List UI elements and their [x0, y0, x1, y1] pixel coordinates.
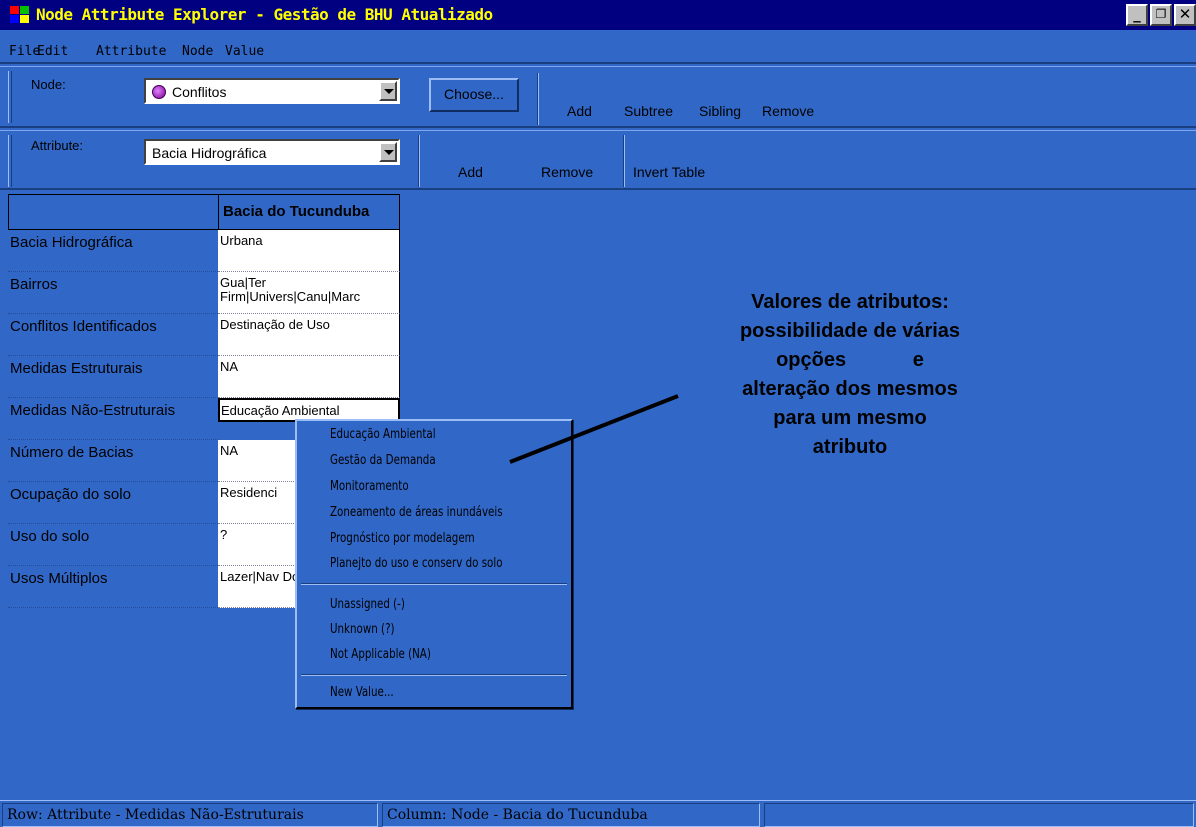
toolbar-separator	[418, 135, 420, 187]
menu-item-not-applicable[interactable]: Not Applicable (NA)	[330, 647, 431, 662]
chevron-down-icon[interactable]	[379, 81, 397, 101]
menu-item-value[interactable]: Gestão da Demanda	[330, 453, 436, 468]
annotation-line: possibilidade de várias	[739, 320, 961, 342]
menu-item-unknown[interactable]: Unknown (?)	[330, 622, 395, 637]
grid-corner[interactable]	[8, 194, 218, 230]
menu-separator	[301, 583, 567, 585]
annotation-pointer-line	[509, 394, 679, 464]
toolbar-grip[interactable]	[8, 135, 12, 187]
title-bar: Node Attribute Explorer - Gestão de BHU …	[0, 0, 1196, 30]
menu-item-new-value[interactable]: New Value...	[330, 685, 394, 700]
toolbar-separator	[537, 73, 539, 125]
menu-attribute[interactable]: Attribute	[96, 44, 166, 59]
menu-item-unassigned[interactable]: Unassigned (-)	[330, 597, 405, 612]
choose-button[interactable]: Choose...	[429, 78, 519, 112]
menu-item-value[interactable]: Zoneamento de áreas inundáveis	[330, 505, 503, 520]
menu-edit[interactable]: Edit	[37, 44, 68, 59]
toolbar-grip[interactable]	[8, 71, 12, 123]
node-icon	[152, 85, 166, 99]
annotation-line: Valores de atributos:	[751, 291, 949, 313]
row-header[interactable]: Uso do solo	[8, 524, 218, 566]
invert-table-button[interactable]: Invert Table	[633, 164, 705, 180]
row-header[interactable]: Bacia Hidrográfica	[8, 230, 218, 272]
menu-value[interactable]: Value	[225, 44, 264, 59]
toolbar-separator	[623, 135, 625, 187]
restore-button[interactable]: ❐	[1150, 4, 1172, 26]
grid-cell[interactable]: NA	[218, 356, 400, 398]
annotation-line: para um mesmo	[773, 407, 927, 429]
row-header[interactable]: Ocupação do solo	[8, 482, 218, 524]
row-header[interactable]: Medidas Estruturais	[8, 356, 218, 398]
annotation-line: alteração dos mesmos	[742, 378, 958, 400]
minimize-button[interactable]: _	[1126, 4, 1148, 26]
app-icon	[10, 6, 30, 24]
annotation-line: atributo	[812, 436, 888, 458]
attribute-grid: Bacia do Tucunduba Bacia Hidrográfica Ur…	[8, 194, 1196, 798]
close-button[interactable]: ✕	[1174, 4, 1196, 26]
attribute-remove-button[interactable]: Remove	[541, 164, 593, 180]
menu-file[interactable]: File	[9, 44, 40, 59]
row-header[interactable]: Número de Bacias	[8, 440, 218, 482]
node-combo-value: Conflitos	[172, 84, 227, 100]
attribute-combo[interactable]: Bacia Hidrográfica	[144, 139, 400, 165]
node-label: Node:	[31, 77, 66, 92]
column-header[interactable]: Bacia do Tucunduba	[218, 194, 400, 230]
window-title: Node Attribute Explorer - Gestão de BHU …	[36, 5, 493, 24]
node-sibling-button[interactable]: Sibling	[699, 103, 741, 119]
annotation-text: Valores de atributos: possibilidade de v…	[680, 288, 1020, 462]
status-row: Row: Attribute - Medidas Não-Estruturais	[2, 803, 378, 827]
status-bar: Row: Attribute - Medidas Não-Estruturais…	[0, 800, 1196, 827]
chevron-down-icon[interactable]	[379, 142, 397, 162]
menu-item-value[interactable]: Planejto do uso e conserv do solo	[330, 556, 503, 571]
menu-item-value[interactable]: Educação Ambiental	[330, 427, 436, 442]
menu-node[interactable]: Node	[182, 44, 213, 59]
attribute-label: Attribute:	[31, 138, 84, 153]
grid-cell[interactable]: Destinação de Uso	[218, 314, 400, 356]
row-header[interactable]: Medidas Não-Estruturais	[8, 398, 218, 440]
menu-item-value[interactable]: Monitoramento	[330, 479, 409, 494]
menu-separator	[301, 674, 567, 676]
node-remove-button[interactable]: Remove	[762, 103, 814, 119]
node-subtree-button[interactable]: Subtree	[624, 103, 673, 119]
status-column: Column: Node - Bacia do Tucunduba	[382, 803, 760, 827]
attribute-combo-value: Bacia Hidrográfica	[152, 145, 267, 161]
row-header[interactable]: Bairros	[8, 272, 218, 314]
node-add-button[interactable]: Add	[567, 103, 592, 119]
attribute-toolbar: Attribute: Bacia Hidrográfica Add Remove…	[0, 130, 1196, 190]
grid-cell[interactable]: Urbana	[218, 230, 400, 272]
status-empty	[764, 803, 1194, 827]
attribute-add-button[interactable]: Add	[458, 164, 483, 180]
row-header[interactable]: Usos Múltiplos	[8, 566, 218, 608]
menu-bar: File Edit Attribute Node Value	[0, 30, 1196, 64]
node-combo[interactable]: Conflitos	[144, 78, 400, 104]
annotation-line: opções e	[776, 349, 924, 371]
node-toolbar: Node: Conflitos Choose... Add Subtree Si…	[0, 66, 1196, 128]
grid-cell[interactable]: Gua|Ter Firm|Univers|Canu|Marc	[218, 272, 400, 314]
menu-item-value[interactable]: Prognóstico por modelagem	[330, 531, 475, 546]
row-header[interactable]: Conflitos Identificados	[8, 314, 218, 356]
